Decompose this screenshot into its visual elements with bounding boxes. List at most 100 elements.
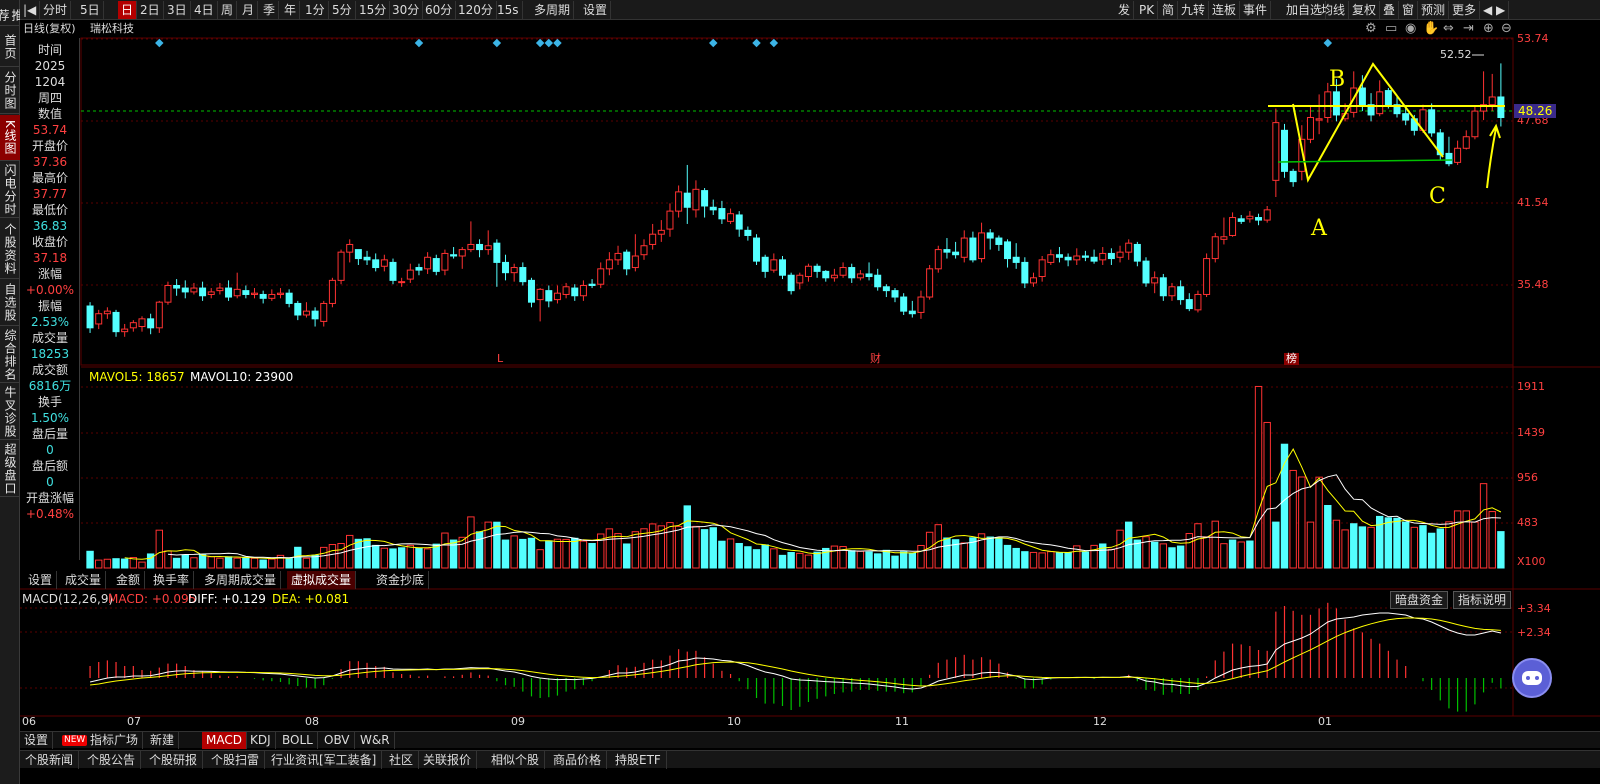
candle-body[interactable]: [1177, 286, 1185, 301]
candle-body[interactable]: [311, 310, 319, 320]
candle-body[interactable]: [1099, 252, 1107, 261]
candle-body[interactable]: [294, 302, 302, 316]
volume-bar[interactable]: [943, 537, 951, 569]
candle-body[interactable]: [588, 283, 596, 286]
candle-body[interactable]: [1384, 90, 1392, 106]
volume-bar[interactable]: [320, 546, 328, 569]
dark-pool-funds-button[interactable]: 暗盘资金: [1390, 591, 1449, 609]
candle-body[interactable]: [848, 267, 856, 279]
candle-body[interactable]: [727, 213, 735, 222]
candle-body[interactable]: [839, 267, 847, 276]
volume-bar[interactable]: [1471, 521, 1479, 569]
candle-body[interactable]: [657, 229, 665, 235]
volume-bar[interactable]: [856, 550, 865, 569]
candle-body[interactable]: [1376, 91, 1384, 115]
candle-body[interactable]: [1159, 277, 1167, 297]
volume-bar[interactable]: [605, 528, 614, 569]
volume-bar[interactable]: [744, 546, 752, 569]
candle-body[interactable]: [536, 288, 544, 301]
volume-bar[interactable]: [363, 538, 371, 569]
candle-body[interactable]: [614, 252, 622, 261]
candle-body[interactable]: [155, 301, 163, 329]
volume-bar[interactable]: [224, 556, 233, 569]
candle-body[interactable]: [744, 229, 752, 236]
candle-body[interactable]: [1428, 109, 1436, 134]
candle-body[interactable]: [406, 269, 414, 280]
volume-bar[interactable]: [1272, 521, 1280, 569]
candle-body[interactable]: [1402, 113, 1410, 121]
volume-bar[interactable]: [1168, 547, 1176, 569]
volume-bar[interactable]: [1150, 541, 1159, 569]
candle-body[interactable]: [86, 305, 94, 329]
volume-bar[interactable]: [1324, 504, 1332, 569]
volume-bar[interactable]: [302, 557, 311, 569]
candle-body[interactable]: [995, 237, 1003, 245]
volume-bar[interactable]: [683, 505, 691, 569]
candle-body[interactable]: [1047, 254, 1055, 263]
volume-bar[interactable]: [1306, 521, 1315, 569]
bottom-tab-8[interactable]: 商品价格: [548, 751, 608, 769]
candle-body[interactable]: [129, 322, 137, 329]
volume-bar[interactable]: [1263, 421, 1271, 569]
event-marker-icon[interactable]: [752, 38, 761, 48]
candle-body[interactable]: [1462, 136, 1470, 149]
candle-body[interactable]: [1151, 277, 1159, 284]
event-marker-icon[interactable]: [1323, 38, 1333, 48]
indicator-tab-0[interactable]: 设置: [20, 732, 54, 749]
candle-body[interactable]: [1211, 236, 1219, 260]
candle-body[interactable]: [692, 188, 700, 211]
volume-bar[interactable]: [181, 554, 189, 569]
volume-bar[interactable]: [1237, 541, 1245, 569]
candle-body[interactable]: [363, 256, 371, 261]
volume-bar[interactable]: [501, 539, 510, 569]
candle-body[interactable]: [908, 310, 916, 315]
volume-bar[interactable]: [1012, 547, 1020, 569]
volume-bar[interactable]: [674, 525, 683, 569]
candle-body[interactable]: [112, 311, 120, 333]
candle-body[interactable]: [199, 287, 207, 297]
volume-bar[interactable]: [1029, 551, 1038, 569]
volume-bar[interactable]: [588, 542, 596, 569]
candle-body[interactable]: [778, 259, 786, 276]
volume-bar[interactable]: [882, 549, 891, 569]
volume-tab-4[interactable]: 多周期成交量: [200, 571, 282, 589]
volume-bar[interactable]: [1090, 544, 1098, 569]
candle-body[interactable]: [484, 245, 492, 251]
volume-bar[interactable]: [899, 551, 908, 569]
candle-body[interactable]: [1488, 96, 1496, 106]
candle-body[interactable]: [631, 255, 639, 269]
candle-body[interactable]: [1272, 122, 1280, 181]
volume-tab-3[interactable]: 换手率: [149, 571, 195, 589]
volume-bar[interactable]: [1436, 528, 1444, 569]
volume-bar[interactable]: [770, 548, 778, 569]
candle-body[interactable]: [1081, 255, 1089, 258]
volume-bar[interactable]: [1107, 548, 1116, 569]
candle-body[interactable]: [233, 288, 241, 297]
volume-bar[interactable]: [268, 558, 276, 569]
volume-bar[interactable]: [796, 552, 804, 569]
candle-body[interactable]: [1315, 118, 1323, 121]
candle-body[interactable]: [216, 287, 224, 292]
candle-body[interactable]: [398, 281, 406, 284]
candle-body[interactable]: [1021, 261, 1029, 284]
indicator-tab-2[interactable]: 新建: [146, 732, 180, 749]
candle-body[interactable]: [276, 292, 284, 295]
event-marker-icon[interactable]: [544, 38, 554, 48]
volume-bar[interactable]: [977, 533, 986, 569]
volume-bar[interactable]: [1341, 529, 1349, 569]
candle-body[interactable]: [545, 290, 553, 302]
candle-body[interactable]: [337, 251, 345, 281]
candle-body[interactable]: [926, 268, 934, 298]
candle-body[interactable]: [103, 310, 111, 315]
volume-bar[interactable]: [1176, 545, 1185, 569]
volume-bar[interactable]: [545, 540, 553, 569]
volume-bar[interactable]: [432, 543, 440, 569]
candle-body[interactable]: [1246, 215, 1254, 220]
volume-bar[interactable]: [1298, 476, 1306, 569]
candle-body[interactable]: [1029, 277, 1037, 284]
candle-body[interactable]: [476, 243, 484, 251]
candle-body[interactable]: [207, 291, 215, 295]
candle-body[interactable]: [1324, 91, 1332, 119]
candle-body[interactable]: [597, 268, 605, 285]
volume-bar[interactable]: [155, 529, 164, 569]
